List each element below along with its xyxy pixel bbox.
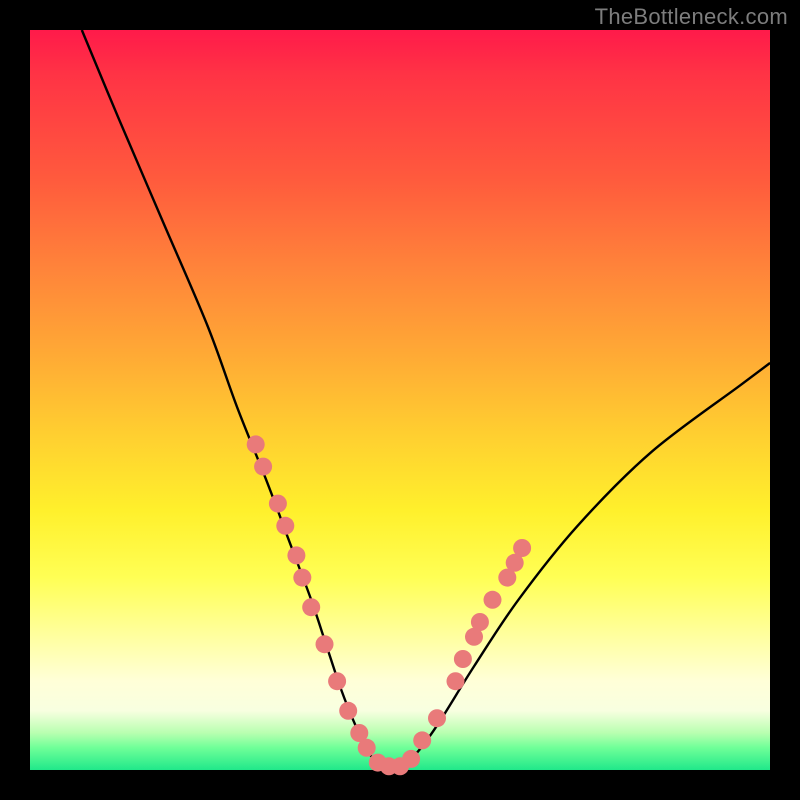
chart-frame: TheBottleneck.com bbox=[0, 0, 800, 800]
data-marker bbox=[302, 598, 320, 616]
curve-markers bbox=[247, 435, 531, 775]
curve-layer bbox=[30, 30, 770, 770]
data-marker bbox=[428, 709, 446, 727]
data-marker bbox=[413, 731, 431, 749]
watermark-text: TheBottleneck.com bbox=[595, 4, 788, 30]
data-marker bbox=[471, 613, 489, 631]
data-marker bbox=[454, 650, 472, 668]
data-marker bbox=[287, 546, 305, 564]
data-marker bbox=[402, 750, 420, 768]
data-marker bbox=[339, 702, 357, 720]
plot-area bbox=[30, 30, 770, 770]
data-marker bbox=[293, 569, 311, 587]
data-marker bbox=[447, 672, 465, 690]
data-marker bbox=[276, 517, 294, 535]
data-marker bbox=[247, 435, 265, 453]
data-marker bbox=[358, 739, 376, 757]
data-marker bbox=[316, 635, 334, 653]
data-marker bbox=[254, 458, 272, 476]
data-marker bbox=[328, 672, 346, 690]
data-marker bbox=[513, 539, 531, 557]
bottleneck-curve bbox=[82, 30, 770, 768]
data-marker bbox=[269, 495, 287, 513]
data-marker bbox=[484, 591, 502, 609]
